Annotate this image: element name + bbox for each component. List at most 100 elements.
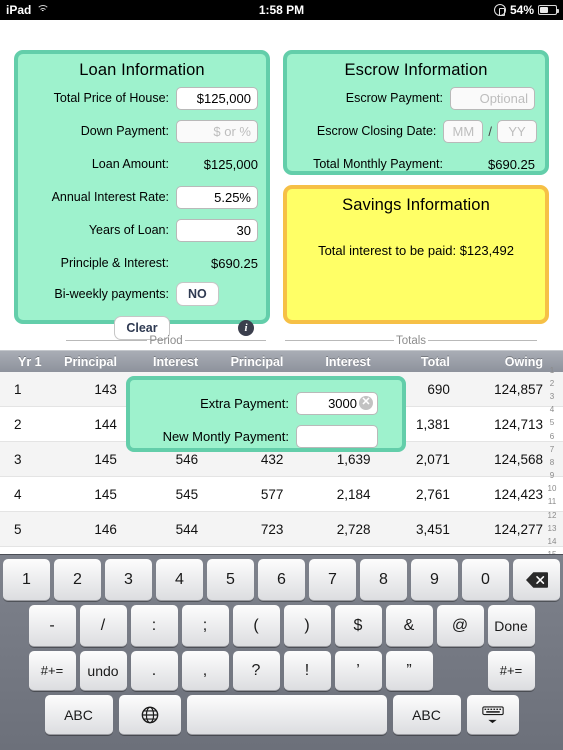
label-principle-interest: Principle & Interest: [60, 256, 169, 270]
interest-rate-input[interactable]: 5.25% [176, 185, 258, 209]
backspace-icon[interactable] [513, 559, 560, 601]
index-item[interactable]: 12 [548, 509, 557, 522]
label-loan-amount: Loan Amount: [91, 157, 169, 171]
row-new-monthly-payment: New Montly Payment: [130, 421, 390, 451]
abc-key-left[interactable]: ABC [44, 695, 113, 735]
status-bar-left: iPad [6, 3, 50, 17]
index-item[interactable]: 14 [548, 535, 557, 548]
device-name: iPad [6, 3, 32, 17]
new-monthly-payment-input[interactable] [296, 424, 378, 448]
key-2[interactable]: 2 [54, 559, 101, 601]
globe-icon[interactable] [118, 695, 181, 735]
key-punct[interactable]: ? [232, 651, 280, 691]
biweekly-toggle-button[interactable]: NO [176, 282, 219, 306]
symbols-key-right[interactable]: #+= [487, 651, 535, 691]
cell-period-principal: 143 [94, 381, 117, 397]
keyboard-row-bottom: ABC ABC [3, 695, 560, 735]
clear-field-icon[interactable]: ✕ [359, 396, 373, 410]
cell-period-principal: 146 [94, 521, 117, 537]
space-key[interactable] [186, 695, 387, 735]
index-item[interactable]: 11 [548, 496, 556, 509]
key-1[interactable]: 1 [3, 559, 50, 601]
new-monthly-payment-field-wrap [296, 424, 378, 448]
cell-period-principal: 145 [94, 451, 117, 467]
header-period-principal: Principal [64, 354, 117, 369]
key-9[interactable]: 9 [411, 559, 458, 601]
group-label-totals: Totals [285, 334, 538, 347]
index-item[interactable]: 7 [550, 443, 554, 456]
index-item[interactable]: 5 [550, 417, 554, 430]
closing-date-fields: MM / YY [443, 119, 537, 143]
cell-total-principal: 577 [260, 486, 284, 502]
label-escrow-payment: Escrow Payment: [345, 91, 443, 105]
key-punct[interactable]: ’ [334, 651, 382, 691]
key-$[interactable]: $ [334, 605, 382, 647]
index-item[interactable]: 6 [550, 430, 554, 443]
savings-panel-title: Savings Information [342, 196, 490, 214]
key-)[interactable]: ) [283, 605, 331, 647]
closing-year-input[interactable]: YY [497, 119, 537, 143]
keyboard-gap[interactable] [437, 651, 484, 691]
symbols-key-left[interactable]: #+= [28, 651, 76, 691]
key-([interactable]: ( [232, 605, 280, 647]
total-interest-text: Total interest to be paid: $123,492 [318, 243, 514, 258]
key-@[interactable]: @ [436, 605, 484, 647]
key-6[interactable]: 6 [258, 559, 305, 601]
down-payment-input[interactable]: $ or % [176, 119, 258, 143]
undo-key[interactable]: undo [79, 651, 127, 691]
cell-year: 1 [14, 381, 22, 397]
cell-period-interest: 545 [175, 486, 199, 502]
key-7[interactable]: 7 [309, 559, 356, 601]
years-of-loan-input[interactable]: 30 [176, 218, 258, 242]
extra-payment-field-wrap: 3000 ✕ [296, 391, 378, 415]
key-8[interactable]: 8 [360, 559, 407, 601]
status-bar-right: 54% [493, 3, 560, 17]
hide-keyboard-icon[interactable] [466, 695, 519, 735]
key-punct[interactable]: , [181, 651, 229, 691]
index-item[interactable]: 2 [550, 377, 554, 390]
escrow-information-panel: Escrow Information Escrow Payment: Optio… [283, 50, 549, 175]
group-rule-right [184, 340, 266, 341]
index-item[interactable]: 10 [548, 483, 557, 496]
escrow-payment-input[interactable]: Optional [450, 86, 535, 110]
key-/[interactable]: / [79, 605, 127, 647]
group-rule-left-2 [285, 340, 394, 341]
cell-year: 4 [14, 486, 22, 502]
group-rule-left [66, 340, 148, 341]
key-4[interactable]: 4 [156, 559, 203, 601]
cell-year: 2 [14, 416, 22, 432]
key-punct[interactable]: ” [385, 651, 433, 691]
index-item[interactable]: 3 [550, 390, 554, 403]
total-price-input[interactable]: $125,000 [176, 86, 258, 110]
index-item[interactable]: 9 [550, 470, 554, 483]
key-punct[interactable]: ! [283, 651, 331, 691]
row-extra-payment: Extra Payment: 3000 ✕ [130, 388, 390, 418]
label-years-of-loan: Years of Loan: [88, 223, 169, 237]
table-row[interactable]: 4 145 545 577 2,184 2,761 124,423 [0, 477, 563, 512]
group-totals-text: Totals [395, 334, 427, 347]
row-escrow-payment: Escrow Payment: Optional [287, 83, 545, 113]
key-0[interactable]: 0 [462, 559, 509, 601]
row-interest-rate: Annual Interest Rate: 5.25% [18, 182, 266, 212]
key-;[interactable]: ; [181, 605, 229, 647]
key-:[interactable]: : [130, 605, 178, 647]
key--[interactable]: - [28, 605, 76, 647]
key-&[interactable]: & [385, 605, 433, 647]
cell-year: 5 [14, 521, 22, 537]
index-item[interactable]: 13 [548, 522, 557, 535]
key-3[interactable]: 3 [105, 559, 152, 601]
abc-key-right[interactable]: ABC [392, 695, 461, 735]
key-punct[interactable]: . [130, 651, 178, 691]
battery-percent: 54% [509, 3, 534, 17]
closing-month-input[interactable]: MM [443, 119, 484, 143]
done-key[interactable]: Done [487, 605, 535, 647]
index-item[interactable]: 4 [550, 404, 554, 417]
wifi-icon [36, 5, 50, 15]
row-total-price: Total Price of House: $125,000 [18, 83, 266, 113]
index-item[interactable]: 1 [550, 364, 554, 377]
table-row[interactable]: 5 146 544 723 2,728 3,451 124,277 [0, 512, 563, 547]
cell-total-principal: 432 [260, 451, 284, 467]
key-5[interactable]: 5 [207, 559, 254, 601]
index-item[interactable]: 8 [550, 456, 554, 469]
label-total-price: Total Price of House: [53, 91, 169, 105]
